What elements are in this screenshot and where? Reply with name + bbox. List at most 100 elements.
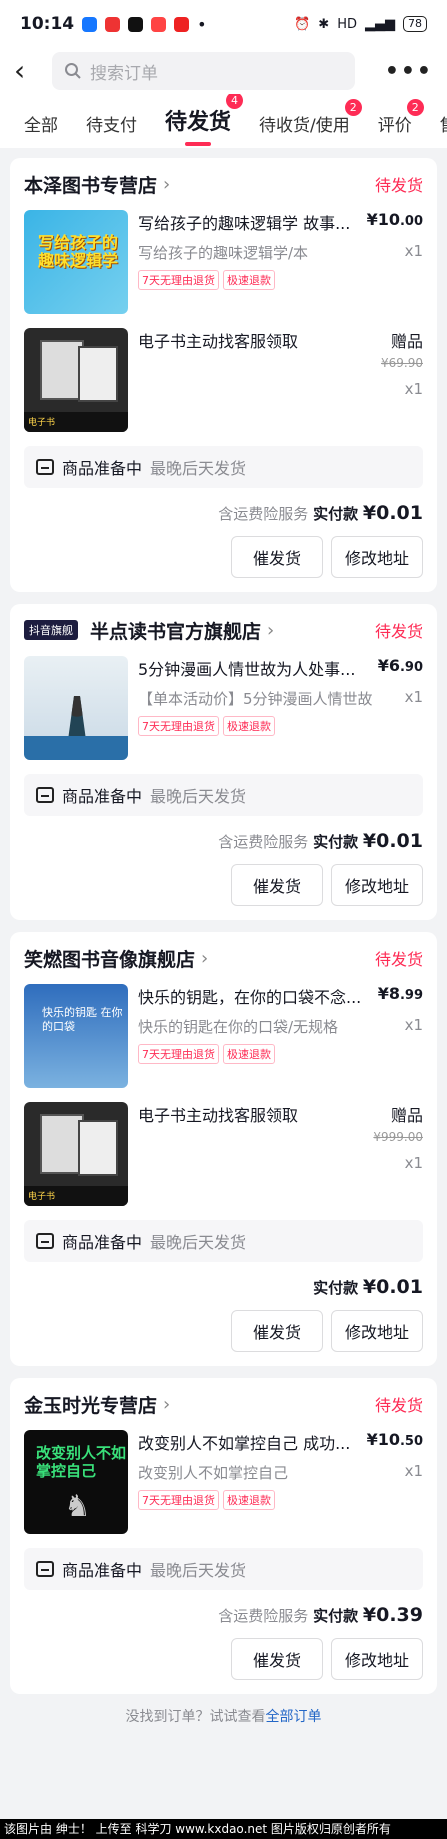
shop-name[interactable]: 笑燃图书音像旗舰店 › [24,945,208,972]
product-qty: x1 [404,688,423,706]
product-qty: x1 [404,1154,423,1172]
order-card[interactable]: 抖音旗舰 半点读书官方旗舰店 › 待发货 5分钟漫画人情世故为人处事... ¥6.9… [10,604,437,920]
order-item-gift[interactable]: 电子书 电子书主动找客服领取 赠品 ¥999.00 x1 [24,1102,423,1206]
shop-name[interactable]: 本泽图书专营店 › [24,171,170,198]
shipping-status: 商品准备中 [62,1561,143,1580]
order-total: 含运费险服务 实付款 ¥0.39 [218,1604,423,1626]
product-spec: 【单本活动价】5分钟漫画人情世故 [138,690,373,708]
order-card[interactable]: 笑燃图书音像旗舰店 › 待发货 快乐的钥匙 在你的口袋 快乐的钥匙，在你的口袋不念… [10,932,437,1366]
tab-to-ship[interactable]: 待发货 4 [165,94,244,136]
product-title: 电子书主动找客服领取 [138,332,299,351]
product-qty: x1 [404,1016,423,1034]
package-icon [36,459,54,475]
tab-to-pay[interactable]: 待支付 [86,111,137,136]
service-tag: 7天无理由退货 [138,1044,219,1064]
back-icon[interactable]: ‹ [14,57,42,85]
product-title: 写给孩子的趣味逻辑学 故事... [138,214,351,233]
service-tag: 极速退款 [223,1490,275,1510]
order-item-gift[interactable]: 电子书 电子书主动找客服领取 赠品 ¥69.90 x1 [24,328,423,432]
tab-all[interactable]: 全部 [24,111,58,136]
tab-badge: 4 [226,94,244,109]
chevron-right-icon: › [163,173,171,195]
tiktok-icon [128,16,144,32]
signal-icon: ▂▄▆ [365,16,395,32]
tab-to-receive[interactable]: 待收货/使用 2 [259,99,362,136]
product-title: 快乐的钥匙，在你的口袋不念... [138,988,362,1007]
all-orders-link[interactable]: 全部订单 [266,1709,322,1725]
order-status: 待发货 [374,950,423,969]
shop-name[interactable]: 抖音旗舰 半点读书官方旗舰店 › [24,617,274,644]
shipping-note: 最晚后天发货 [150,1561,247,1580]
search-input[interactable]: 搜索订单 [52,52,355,90]
more-icon[interactable]: ••• [385,59,433,84]
flagship-badge: 抖音旗舰 [24,620,78,640]
urge-shipping-button[interactable]: 催发货 [231,536,323,578]
tab-after-sales[interactable]: 售后 [440,111,447,136]
product-image: 写给孩子的趣味逻辑学 [24,210,128,314]
change-address-button[interactable]: 修改地址 [331,1310,423,1352]
service-tag: 7天无理由退货 [138,270,219,290]
service-tag: 7天无理由退货 [138,1490,219,1510]
footer-hint: 没找到订单？试试查看全部订单 [125,1709,322,1725]
order-item[interactable]: 改变别人不如掌控自己 ♞ 改变别人不如掌控自己 成功... ¥10.50 改变别人… [24,1430,423,1534]
service-tag: 7天无理由退货 [138,716,219,736]
package-icon [36,1561,54,1577]
shipping-status-bar: 商品准备中 最晚后天发货 [24,1220,423,1262]
gift-label: 赠品 [390,1106,423,1125]
shipping-status: 商品准备中 [62,787,143,806]
product-price: ¥10.50 [366,1430,423,1449]
urge-shipping-button[interactable]: 催发货 [231,864,323,906]
service-tag: 极速退款 [223,1044,275,1064]
hd-icon: HD [337,16,357,32]
tab-review[interactable]: 评价 2 [378,99,424,136]
product-image: 改变别人不如掌控自己 ♞ [24,1430,128,1534]
package-icon [36,1233,54,1249]
shipping-status: 商品准备中 [62,1233,143,1252]
change-address-button[interactable]: 修改地址 [331,536,423,578]
change-address-button[interactable]: 修改地址 [331,1638,423,1680]
urge-shipping-button[interactable]: 催发货 [231,1310,323,1352]
product-qty: x1 [404,380,423,398]
shipping-note: 最晚后天发货 [150,459,247,478]
shop-name[interactable]: 金玉时光专营店 › [24,1391,170,1418]
original-price: ¥69.90 [381,356,423,370]
shipping-status: 商品准备中 [62,459,143,478]
app-notification-icon [174,16,190,32]
status-bar: 10:14 • ⏰ ✱ HD ▂▄▆ 78 [0,0,447,48]
package-icon [36,787,54,803]
order-item[interactable]: 5分钟漫画人情世故为人处事... ¥6.90 【单本活动价】5分钟漫画人情世故 … [24,656,423,760]
product-title: 电子书主动找客服领取 [138,1106,299,1125]
order-item[interactable]: 写给孩子的趣味逻辑学 写给孩子的趣味逻辑学 故事... ¥10.00 写给孩子的… [24,210,423,314]
status-time: 10:14 [20,14,75,34]
urge-shipping-button[interactable]: 催发货 [231,1638,323,1680]
order-status: 待发货 [374,176,423,195]
product-image [24,656,128,760]
product-qty: x1 [404,242,423,260]
product-spec: 改变别人不如掌控自己 [138,1464,289,1482]
product-image: 电子书 [24,1102,128,1206]
order-total: 实付款 ¥0.01 [313,1276,423,1298]
chevron-right-icon: › [267,619,275,641]
order-card[interactable]: 金玉时光专营店 › 待发货 改变别人不如掌控自己 ♞ 改变别人不如掌控自己 成功..… [10,1378,437,1694]
status-dot: • [197,14,207,34]
product-spec: 快乐的钥匙在你的口袋/无规格 [138,1018,339,1036]
app-notification-icon [105,16,121,32]
change-address-button[interactable]: 修改地址 [331,864,423,906]
product-qty: x1 [404,1462,423,1480]
alarm-icon: ⏰ [294,16,311,32]
app-notification-icon [151,16,167,32]
service-tag: 极速退款 [223,716,275,736]
shipping-note: 最晚后天发货 [150,787,247,806]
nav-bar: ‹ 搜索订单 ••• [0,48,447,94]
order-total: 含运费险服务 实付款 ¥0.01 [218,502,423,524]
product-title: 5分钟漫画人情世故为人处事... [138,660,356,679]
product-price: ¥8.99 [377,984,423,1003]
order-tabs: 全部 待支付 待发货4 待收货/使用2 评价2 售后 [0,94,447,148]
product-spec: 写给孩子的趣味逻辑学/本 [138,244,309,262]
product-price: ¥6.90 [377,656,423,675]
order-item[interactable]: 快乐的钥匙 在你的口袋 快乐的钥匙，在你的口袋不念... ¥8.99 快乐的钥匙… [24,984,423,1088]
search-placeholder: 搜索订单 [90,63,158,84]
battery-icon: 78 [403,16,427,32]
order-card[interactable]: 本泽图书专营店 › 待发货 写给孩子的趣味逻辑学 写给孩子的趣味逻辑学 故事...… [10,158,437,592]
gift-label: 赠品 [390,332,423,351]
